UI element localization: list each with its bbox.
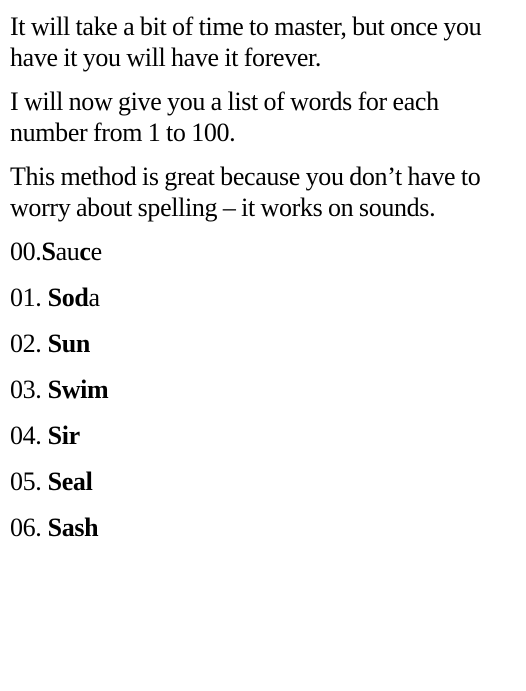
list-item: 04. Sir bbox=[10, 421, 80, 450]
intro-paragraph: It will take a bit of time to master, bu… bbox=[10, 12, 482, 72]
list-item: 05. Seal bbox=[10, 467, 93, 496]
list-item: 01. Soda bbox=[10, 283, 100, 312]
list-item: 02. Sun bbox=[10, 329, 90, 358]
document-page: It will take a bit of time to master, bu… bbox=[10, 11, 516, 558]
list-item: 00.Sauce bbox=[10, 237, 102, 266]
number-word-list: 00.Sauce 01. Soda 02. Sun 03. Swim 04. S… bbox=[10, 236, 516, 543]
list-item: 03. Swim bbox=[10, 375, 109, 404]
list-intro-paragraph: I will now give you a list of words for … bbox=[10, 87, 439, 147]
list-item: 06. Sash bbox=[10, 513, 99, 542]
method-paragraph: This method is great because you don’t h… bbox=[10, 162, 481, 222]
